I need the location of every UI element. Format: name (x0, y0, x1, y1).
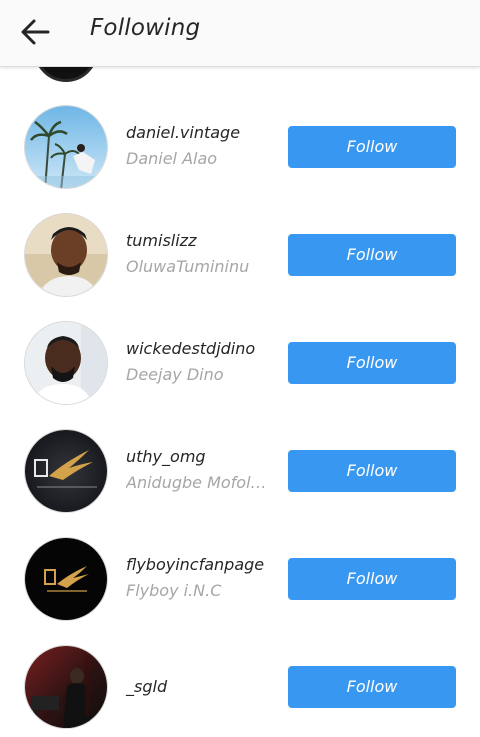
avatar[interactable] (24, 321, 108, 405)
app-header: Following (0, 0, 480, 67)
avatar[interactable] (24, 213, 108, 297)
follow-button[interactable]: Follow (288, 342, 456, 384)
following-screen: daniel.vintage Daniel Alao Follow tumisl… (0, 0, 480, 737)
full-name: Flyboy i.N.C (126, 581, 222, 600)
avatar[interactable] (24, 645, 108, 729)
portrait-photo-icon (25, 322, 107, 404)
full-name: Daniel Alao (126, 149, 218, 168)
avatar[interactable] (24, 105, 108, 189)
list-item: _sgld Follow (0, 645, 480, 737)
follow-button[interactable]: Follow (288, 666, 456, 708)
username[interactable]: _sgld (126, 677, 167, 696)
follow-button[interactable]: Follow (288, 126, 456, 168)
username[interactable]: wickedestdjdino (126, 339, 255, 358)
username[interactable]: flyboyincfanpage (126, 555, 264, 574)
username[interactable]: tumislizz (126, 231, 196, 250)
portrait-photo-icon (25, 214, 107, 296)
list-item: wickedestdjdino Deejay Dino Follow (0, 321, 480, 429)
full-name: Anidugbe Mofoluwaso (126, 473, 276, 492)
list-item: uthy_omg Anidugbe Mofoluwaso Follow (0, 429, 480, 537)
palm-trees-photo-icon (25, 106, 107, 188)
arrow-left-icon (21, 19, 50, 45)
dark-room-photo-icon (25, 646, 107, 728)
list-item: daniel.vintage Daniel Alao Follow (0, 105, 480, 213)
avatar[interactable] (24, 429, 108, 513)
follow-button[interactable]: Follow (288, 558, 456, 600)
username[interactable]: uthy_omg (126, 447, 206, 466)
back-button[interactable] (14, 13, 58, 53)
avatar[interactable] (24, 537, 108, 621)
flyboy-logo-icon (25, 538, 107, 620)
list-item: tumislizz OluwaTumininu Follow (0, 213, 480, 321)
full-name: Deejay Dino (126, 365, 224, 384)
full-name: OluwaTumininu (126, 257, 250, 276)
flyboy-logo-icon (25, 430, 107, 512)
list-item: flyboyincfanpage Flyboy i.N.C Follow (0, 537, 480, 645)
page-title: Following (90, 15, 201, 41)
username[interactable]: daniel.vintage (126, 123, 240, 142)
follow-button[interactable]: Follow (288, 450, 456, 492)
follow-button[interactable]: Follow (288, 234, 456, 276)
